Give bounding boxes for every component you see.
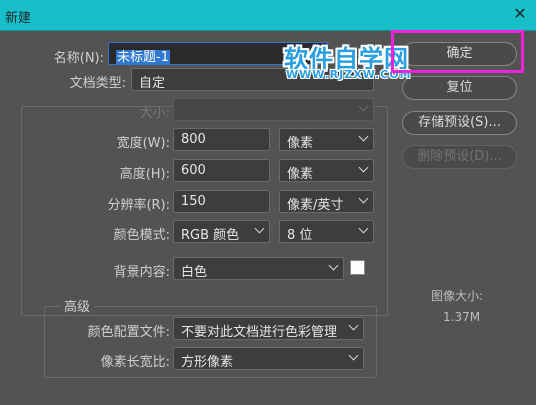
background-select[interactable]: 白色 bbox=[173, 257, 344, 280]
ok-button-highlight bbox=[391, 30, 524, 73]
color-profile-label: 颜色配置文件: bbox=[87, 325, 170, 340]
width-input[interactable]: 800 bbox=[173, 128, 270, 151]
name-label: 名称(N): bbox=[53, 51, 104, 66]
delete-preset-button: 删除预设(D)... bbox=[402, 145, 517, 169]
title-bar: 新建 ✕ bbox=[0, 0, 536, 31]
chevron-down-icon bbox=[358, 162, 369, 173]
size-label: 大小: bbox=[139, 106, 170, 121]
window-title: 新建 bbox=[5, 11, 32, 26]
background-value: 白色 bbox=[181, 265, 208, 280]
close-icon[interactable]: ✕ bbox=[510, 4, 530, 24]
background-color-swatch[interactable] bbox=[350, 260, 365, 275]
resolution-input[interactable]: 150 bbox=[173, 190, 270, 213]
height-label: 高度(H): bbox=[119, 167, 170, 182]
color-profile-select[interactable]: 不要对此文档进行色彩管理 bbox=[173, 317, 364, 340]
chevron-down-icon bbox=[348, 350, 359, 361]
height-value: 600 bbox=[181, 163, 206, 178]
width-label: 宽度(W): bbox=[116, 136, 170, 151]
color-mode-select[interactable]: RGB 颜色 bbox=[173, 220, 270, 243]
height-unit-value: 像素 bbox=[287, 167, 314, 182]
background-label: 背景内容: bbox=[113, 265, 170, 280]
color-profile-value: 不要对此文档进行色彩管理 bbox=[181, 325, 338, 340]
advanced-legend: 高级 bbox=[60, 296, 95, 315]
chevron-down-icon bbox=[358, 101, 369, 112]
save-preset-button[interactable]: 存储预设(S)... bbox=[402, 111, 517, 135]
chevron-down-icon bbox=[254, 223, 265, 234]
dialog-body: 名称(N): 未标题-1 文档类型: 自定 大小: 宽度(W): 800 像素 … bbox=[0, 31, 536, 405]
height-unit-select[interactable]: 像素 bbox=[279, 159, 374, 182]
doc-type-label: 文档类型: bbox=[69, 76, 126, 91]
image-size-value: 1.37M bbox=[443, 310, 481, 324]
width-unit-value: 像素 bbox=[287, 136, 314, 151]
chevron-down-icon bbox=[358, 131, 369, 142]
pixel-aspect-select[interactable]: 方形像素 bbox=[173, 347, 364, 370]
pixel-aspect-label: 像素长宽比: bbox=[100, 355, 170, 370]
name-input-value: 未标题-1 bbox=[116, 50, 170, 65]
resolution-label: 分辨率(R): bbox=[107, 198, 170, 213]
size-select bbox=[173, 98, 374, 121]
color-mode-label: 颜色模式: bbox=[113, 228, 170, 243]
pixel-aspect-value: 方形像素 bbox=[181, 355, 234, 370]
chevron-down-icon bbox=[348, 320, 359, 331]
color-mode-value: RGB 颜色 bbox=[181, 228, 240, 243]
doc-type-value: 自定 bbox=[139, 76, 166, 91]
resolution-unit-select[interactable]: 像素/英寸 bbox=[279, 190, 374, 213]
resolution-value: 150 bbox=[181, 194, 206, 209]
bit-depth-select[interactable]: 8 位 bbox=[279, 220, 374, 243]
width-unit-select[interactable]: 像素 bbox=[279, 128, 374, 151]
image-size-title: 图像大小: bbox=[431, 289, 484, 303]
width-value: 800 bbox=[181, 132, 206, 147]
chevron-down-icon bbox=[358, 193, 369, 204]
chevron-down-icon bbox=[328, 260, 339, 271]
resolution-unit-value: 像素/英寸 bbox=[287, 198, 344, 213]
chevron-down-icon bbox=[358, 223, 369, 234]
bit-depth-value: 8 位 bbox=[287, 228, 313, 243]
height-input[interactable]: 600 bbox=[173, 159, 270, 182]
